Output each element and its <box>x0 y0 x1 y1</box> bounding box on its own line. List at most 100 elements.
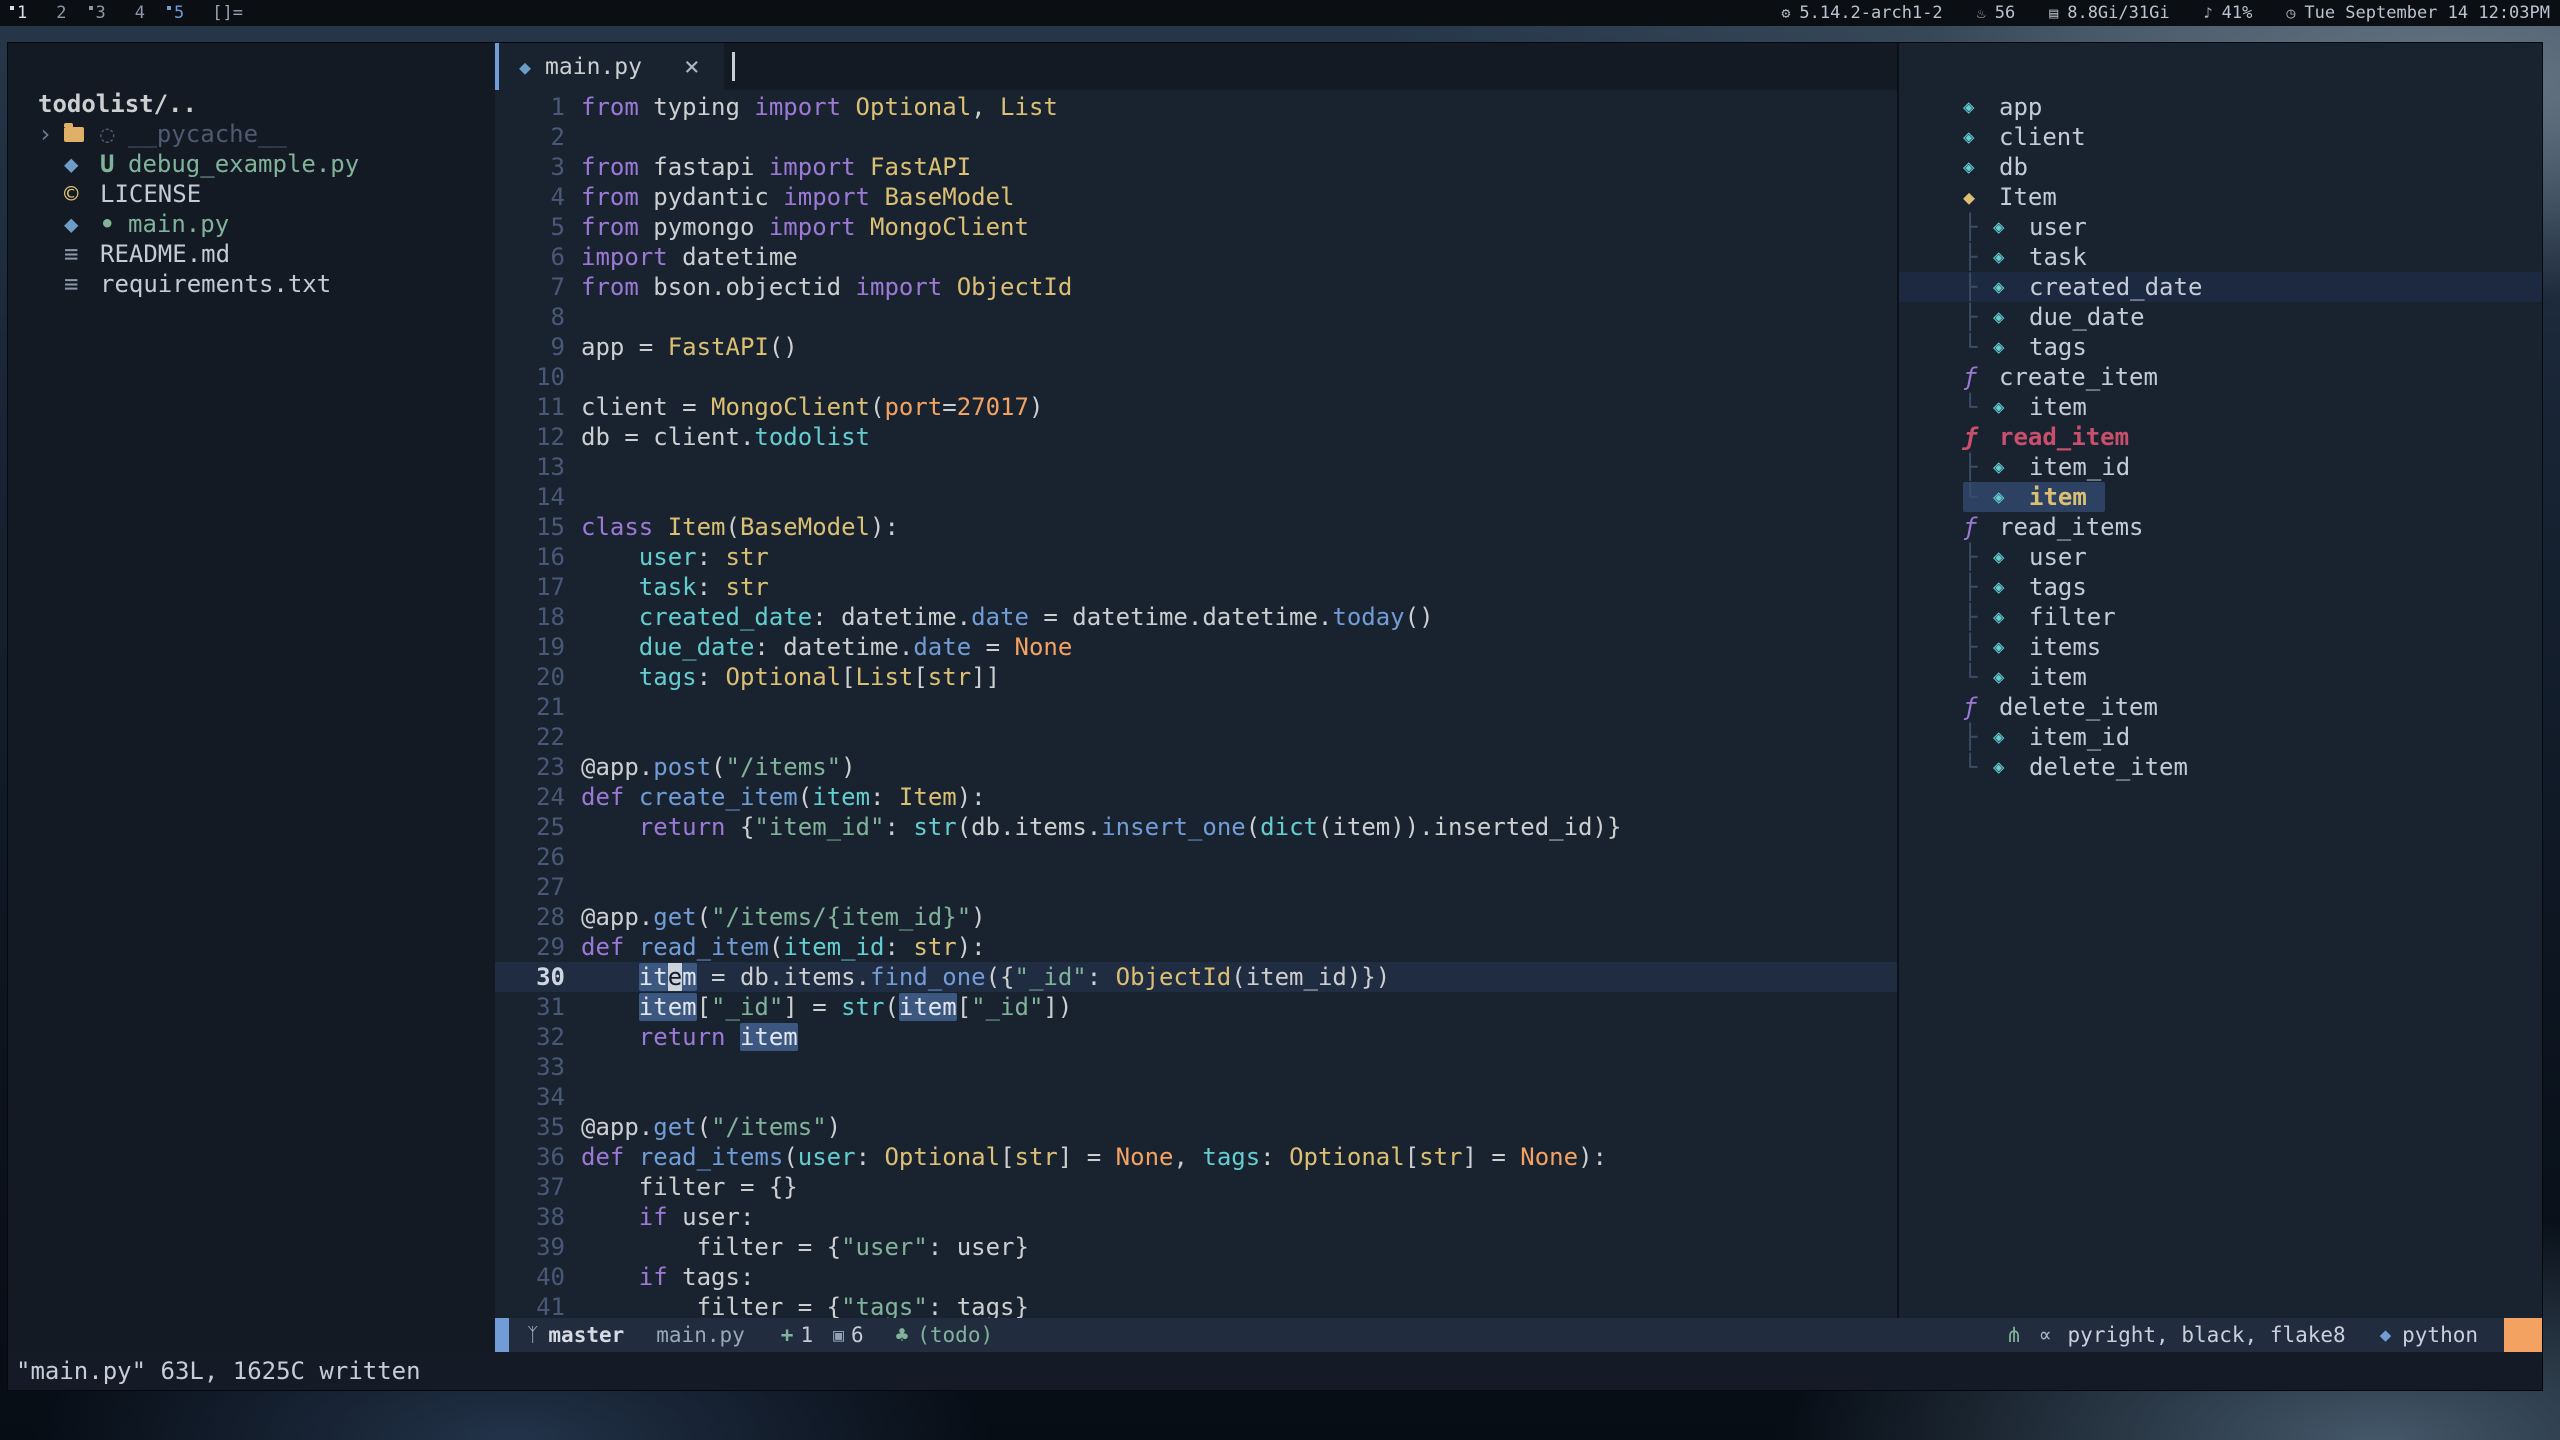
code-line[interactable]: 9app = FastAPI() <box>495 332 1897 362</box>
tab-main-py[interactable]: ◆ main.py × <box>495 43 724 90</box>
line-number: 5 <box>495 212 565 242</box>
code-line[interactable]: 20 tags: Optional[List[str]] <box>495 662 1897 692</box>
symbol-create_item[interactable]: ƒcreate_item <box>1963 362 2542 392</box>
editor-column: ◆ main.py × 1from typing import Optional… <box>495 43 1897 1318</box>
symbol-read_item[interactable]: ƒread_item <box>1963 422 2542 452</box>
code-line[interactable]: 25 return {"item_id": str(db.items.inser… <box>495 812 1897 842</box>
symbol-app[interactable]: ◈app <box>1963 92 2542 122</box>
tree-item-debug_example.py[interactable]: ◆Udebug_example.py <box>38 149 495 179</box>
symbol-user[interactable]: ├◈user <box>1963 542 2542 572</box>
code-line[interactable]: 21 <box>495 692 1897 722</box>
python-filetype-icon: ◆ <box>2380 1324 2391 1346</box>
symbol-task[interactable]: ├◈task <box>1963 242 2542 272</box>
statusline-filename: main.py <box>656 1323 745 1347</box>
line-number: 38 <box>495 1202 565 1232</box>
symbol-filter[interactable]: ├◈filter <box>1963 602 2542 632</box>
code-line[interactable]: 41 filter = {"tags": tags} <box>495 1292 1897 1318</box>
symbol-item_id[interactable]: ├◈item_id <box>1963 452 2542 482</box>
code-line[interactable]: 1from typing import Optional, List <box>495 92 1897 122</box>
workspace-2[interactable]: 2 <box>49 3 66 23</box>
code-line[interactable]: 16 user: str <box>495 542 1897 572</box>
symbol-due_date[interactable]: ├◈due_date <box>1963 302 2542 332</box>
code-line[interactable]: 17 task: str <box>495 572 1897 602</box>
symbol-client[interactable]: ◈client <box>1963 122 2542 152</box>
tree-connector: └ <box>1963 752 1993 782</box>
code-line[interactable]: 26 <box>495 842 1897 872</box>
workspace-1[interactable]: 1 <box>10 3 27 23</box>
code-line[interactable]: 12db = client.todolist <box>495 422 1897 452</box>
code-line[interactable]: 29def read_item(item_id: str): <box>495 932 1897 962</box>
workspace-5[interactable]: 5 <box>167 3 184 23</box>
line-number: 27 <box>495 872 565 902</box>
code-line[interactable]: 13 <box>495 452 1897 482</box>
code-line[interactable]: 11client = MongoClient(port=27017) <box>495 392 1897 422</box>
code-line[interactable]: 23@app.post("/items") <box>495 752 1897 782</box>
tree-item-main.py[interactable]: ◆•main.py <box>38 209 495 239</box>
symbol-delete_item[interactable]: └◈delete_item <box>1963 752 2542 782</box>
symbol-item_id[interactable]: ├◈item_id <box>1963 722 2542 752</box>
code-line[interactable]: 40 if tags: <box>495 1262 1897 1292</box>
windows-icon: ▣ <box>833 1325 844 1346</box>
symbol-user[interactable]: ├◈user <box>1963 212 2542 242</box>
code-line[interactable]: 10 <box>495 362 1897 392</box>
symbol-tags[interactable]: ├◈tags <box>1963 572 2542 602</box>
code-line[interactable]: 28@app.get("/items/{item_id}") <box>495 902 1897 932</box>
code-line[interactable]: 4from pydantic import BaseModel <box>495 182 1897 212</box>
tree-item-LICENSE[interactable]: ©LICENSE <box>38 179 495 209</box>
code-line[interactable]: 31 item["_id"] = str(item["_id"]) <box>495 992 1897 1022</box>
tree-connector: ├ <box>1963 722 1993 752</box>
tab-close-icon[interactable]: × <box>684 52 700 82</box>
symbol-db[interactable]: ◈db <box>1963 152 2542 182</box>
var-icon: ◈ <box>1993 332 2029 362</box>
code-line[interactable]: 27 <box>495 872 1897 902</box>
symbol-name: db <box>1999 152 2028 182</box>
code-line[interactable]: 18 created_date: datetime.date = datetim… <box>495 602 1897 632</box>
tree-item-__pycache__[interactable]: ›◌__pycache__ <box>38 119 495 149</box>
code-line[interactable]: 36def read_items(user: Optional[str] = N… <box>495 1142 1897 1172</box>
symbol-item[interactable]: └◈item <box>1963 662 2542 692</box>
location-block <box>2504 1318 2542 1352</box>
symbol-read_items[interactable]: ƒread_items <box>1963 512 2542 542</box>
symbol-items[interactable]: ├◈items <box>1963 632 2542 662</box>
symbol-item[interactable]: └◈item <box>1963 482 2105 512</box>
vim-main-area: todolist/.. ›◌__pycache__◆Udebug_example… <box>8 43 2542 1318</box>
workspace-4[interactable]: 4 <box>128 3 145 23</box>
code-line[interactable]: 2 <box>495 122 1897 152</box>
code-area[interactable]: 1from typing import Optional, List23from… <box>495 90 1897 1318</box>
code-line[interactable]: 3from fastapi import FastAPI <box>495 152 1897 182</box>
code-line[interactable]: 19 due_date: datetime.date = None <box>495 632 1897 662</box>
code-line[interactable]: 34 <box>495 1082 1897 1112</box>
tree-item-README.md[interactable]: ≡README.md <box>38 239 495 269</box>
var-icon: ◈ <box>1993 482 2029 512</box>
var-icon: ◈ <box>1993 272 2029 302</box>
code-line[interactable]: 33 <box>495 1052 1897 1082</box>
code-line[interactable]: 7from bson.objectid import ObjectId <box>495 272 1897 302</box>
workspace-3[interactable]: 3 <box>89 3 106 23</box>
code-line[interactable]: 30 item = db.items.find_one({"_id": Obje… <box>495 962 1897 992</box>
symbol-Item[interactable]: ◆Item <box>1963 182 2542 212</box>
tree-root-folder[interactable]: todolist/.. <box>38 89 495 119</box>
symbol-tags[interactable]: └◈tags <box>1963 332 2542 362</box>
tree-item-requirements.txt[interactable]: ≡requirements.txt <box>38 269 495 299</box>
code-line[interactable]: 35@app.get("/items") <box>495 1112 1897 1142</box>
code-line[interactable]: 39 filter = {"user": user} <box>495 1232 1897 1262</box>
code-line[interactable]: 24def create_item(item: Item): <box>495 782 1897 812</box>
venv-icon: ♣ <box>896 1323 909 1347</box>
code-line[interactable]: 5from pymongo import MongoClient <box>495 212 1897 242</box>
code-line[interactable]: 14 <box>495 482 1897 512</box>
line-number: 35 <box>495 1112 565 1142</box>
code-line[interactable]: 37 filter = {} <box>495 1172 1897 1202</box>
symbol-created_date[interactable]: ├◈created_date <box>1963 272 2542 302</box>
code-line[interactable]: 22 <box>495 722 1897 752</box>
tree-connector: ├ <box>1963 212 1993 242</box>
symbol-item[interactable]: └◈item <box>1963 392 2542 422</box>
code-line[interactable]: 32 return item <box>495 1022 1897 1052</box>
code-line[interactable]: 6import datetime <box>495 242 1897 272</box>
bar-memory-text: 8.8Gi/31Gi <box>2067 3 2169 23</box>
var-icon: ◈ <box>1963 92 1999 122</box>
tree-connector: ├ <box>1963 302 1993 332</box>
code-line[interactable]: 8 <box>495 302 1897 332</box>
code-line[interactable]: 38 if user: <box>495 1202 1897 1232</box>
code-line[interactable]: 15class Item(BaseModel): <box>495 512 1897 542</box>
symbol-delete_item[interactable]: ƒdelete_item <box>1963 692 2542 722</box>
